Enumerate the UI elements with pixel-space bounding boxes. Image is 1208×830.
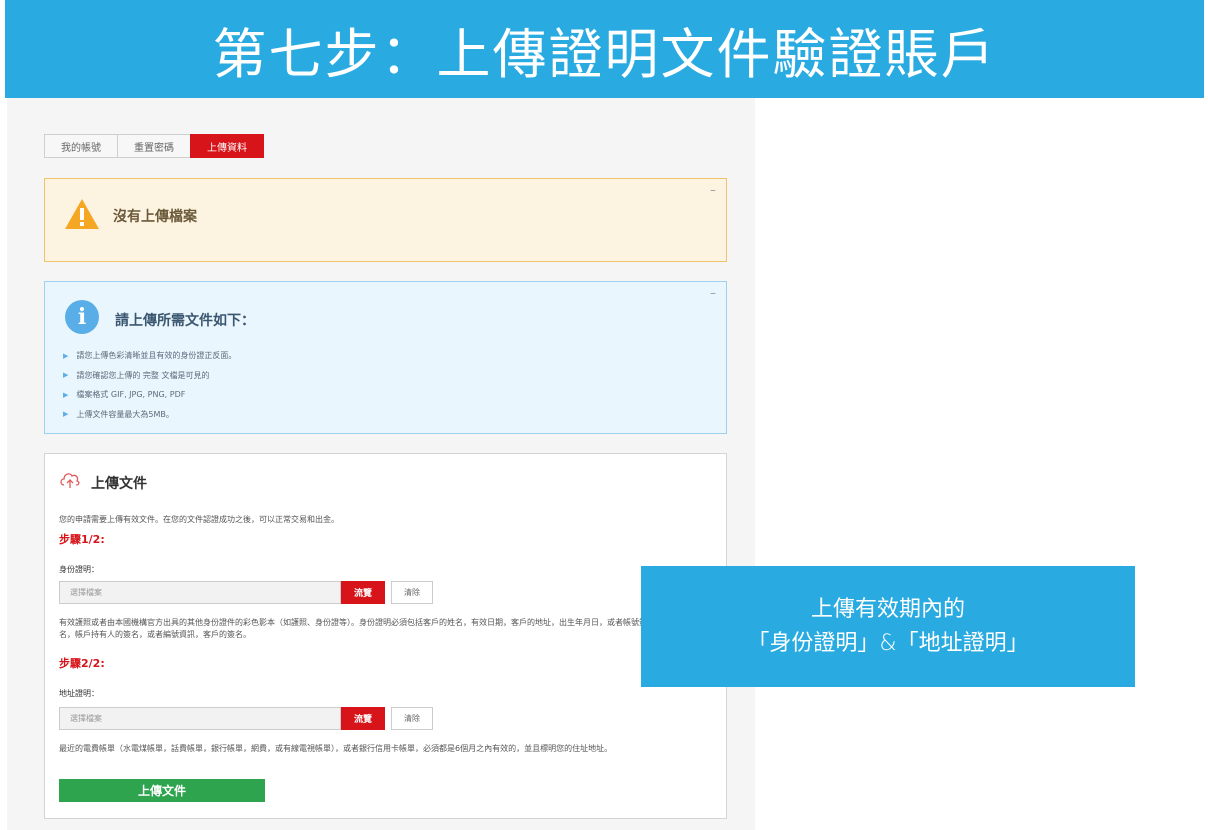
warning-message: 沒有上傳檔案: [113, 209, 197, 225]
bullet-icon: ▶: [63, 351, 69, 360]
no-files-warning: – 沒有上傳檔案: [44, 178, 727, 262]
header-banner: 第七步：上傳證明文件驗證賬戶: [5, 0, 1204, 98]
callout-line-2: 「身份證明」&「地址證明」: [747, 630, 1029, 656]
collapse-warning-button[interactable]: –: [710, 183, 716, 197]
address-browse-button[interactable]: 流覽: [341, 707, 385, 730]
id-file-input[interactable]: 選擇檔案: [59, 581, 341, 604]
callout-line-1: 上傳有效期內的: [810, 596, 965, 622]
tab-my-account[interactable]: 我的帳號: [44, 134, 118, 158]
id-proof-note: 有效護照或者由本國機構官方出具的其他身份證件的彩色影本（如護照、身份證等）。身份…: [59, 618, 647, 639]
id-proof-label: 身份證明：: [59, 565, 99, 574]
warning-icon: [65, 199, 99, 229]
bullet-icon: ▶: [63, 390, 69, 399]
tab-upload-documents[interactable]: 上傳資料: [190, 134, 264, 158]
bullet-icon: ▶: [63, 371, 69, 380]
banner-title: 第七步：上傳證明文件驗證賬戶: [212, 22, 997, 86]
info-icon: i: [65, 300, 99, 334]
collapse-info-button[interactable]: –: [710, 286, 716, 300]
upload-description: 您的申請需要上傳有效文件。在您的文件認證成功之後，可以正常交易和出金。: [59, 515, 339, 524]
upload-title: 上傳文件: [91, 476, 147, 492]
list-item: ▶ 請您上傳色彩清晰並且有效的身份證正反面。: [63, 351, 237, 361]
requirements-list: ▶ 請您上傳色彩清晰並且有效的身份證正反面。 ▶ 請您確認您上傳的 完整 文檔是可見…: [63, 346, 236, 424]
instruction-callout: 上傳有效期內的 「身份證明」&「地址證明」: [641, 566, 1135, 687]
upload-documents-form: 上傳文件 您的申請需要上傳有效文件。在您的文件認證成功之後，可以正常交易和出金。…: [44, 453, 727, 819]
address-file-input[interactable]: 選擇檔案: [59, 707, 341, 730]
upload-submit-button[interactable]: 上傳文件: [59, 779, 265, 802]
id-file-row: 選擇檔案 流覽 清除: [59, 581, 433, 604]
list-item: ▶ 上傳文件容量最大為5MB。: [63, 409, 174, 419]
step-2-label: 步驟2/2:: [59, 657, 105, 670]
id-clear-button[interactable]: 清除: [391, 581, 433, 604]
list-item: ▶ 檔案格式 GIF, JPG, PNG, PDF: [63, 390, 186, 400]
upload-requirements-box: – i 請上傳所需文件如下： ▶ 請您上傳色彩清晰並且有效的身份證正反面。 ▶ 請您…: [44, 281, 727, 434]
cloud-upload-icon: [60, 473, 80, 488]
account-tabs: 我的帳號 重置密碼 上傳資料: [44, 134, 264, 158]
step-1-label: 步驟1/2:: [59, 533, 105, 546]
address-file-row: 選擇檔案 流覽 清除: [59, 707, 433, 730]
requirements-title: 請上傳所需文件如下：: [115, 313, 255, 329]
tab-reset-password[interactable]: 重置密碼: [117, 134, 191, 158]
bullet-icon: ▶: [63, 410, 69, 419]
address-proof-note: 最近的電費帳單（水電煤帳單，話費帳單，銀行帳單，網費，或有線電視帳單），或者銀行…: [59, 744, 613, 753]
id-browse-button[interactable]: 流覽: [341, 581, 385, 604]
list-item: ▶ 請您確認您上傳的 完整 文檔是可見的: [63, 370, 210, 380]
address-clear-button[interactable]: 清除: [391, 707, 433, 730]
address-proof-label: 地址證明：: [59, 689, 99, 698]
